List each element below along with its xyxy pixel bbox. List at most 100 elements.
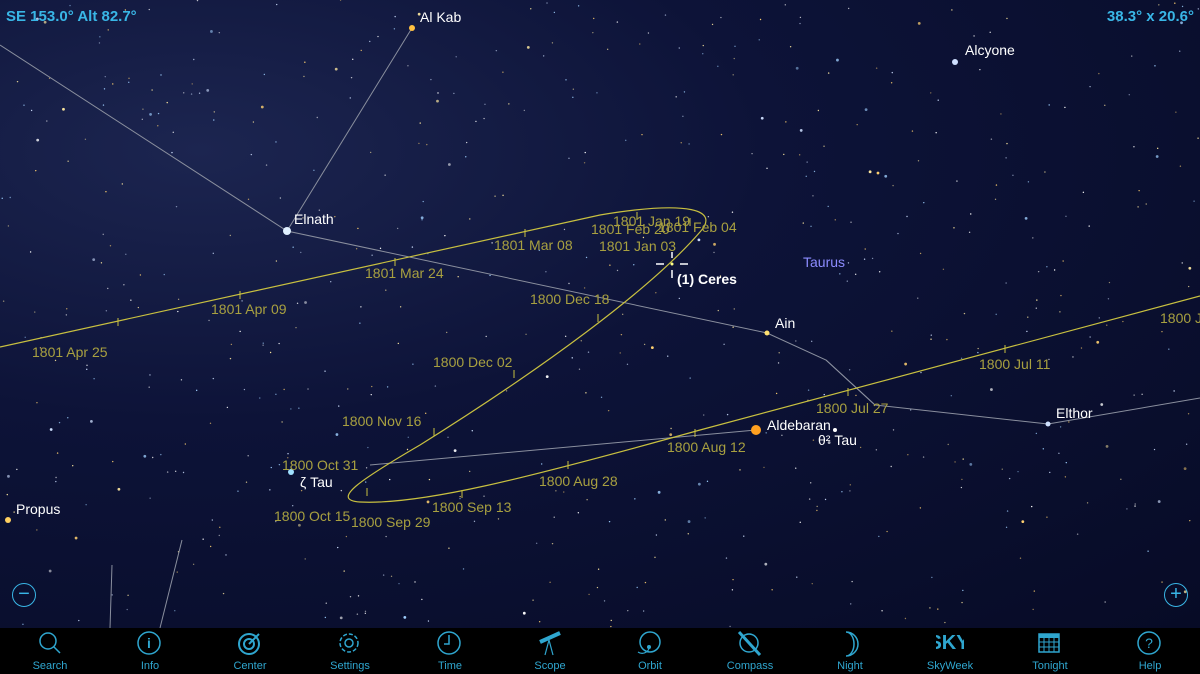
star-1[interactable] xyxy=(952,59,958,65)
star xyxy=(848,369,851,371)
star xyxy=(851,580,853,583)
star xyxy=(465,156,467,158)
star xyxy=(538,621,541,623)
star-2[interactable] xyxy=(283,227,291,235)
toolbar-skyweek-button[interactable]: SKY SkyWeek xyxy=(900,628,1000,674)
star xyxy=(1107,298,1110,300)
star xyxy=(112,83,114,85)
star xyxy=(24,336,26,339)
star xyxy=(717,65,719,67)
star xyxy=(530,8,532,10)
star xyxy=(849,490,851,492)
star-6[interactable] xyxy=(1045,421,1051,427)
star xyxy=(697,482,701,486)
star xyxy=(989,31,991,33)
toolbar-search-button[interactable]: Search xyxy=(0,628,100,674)
date-label: 1800 Oct 15 xyxy=(274,508,350,524)
star xyxy=(1153,448,1156,451)
toolbar-settings-button[interactable]: Settings xyxy=(300,628,400,674)
star xyxy=(397,342,400,345)
star xyxy=(66,308,68,310)
star xyxy=(1064,106,1066,109)
star xyxy=(878,271,881,273)
star xyxy=(209,422,212,424)
star xyxy=(1080,347,1083,349)
star xyxy=(609,264,611,266)
star xyxy=(1001,468,1003,470)
star xyxy=(606,48,609,51)
toolbar-info-button[interactable]: i Info xyxy=(100,628,200,674)
star xyxy=(281,421,283,423)
sky-map[interactable]: Al Kab Alcyone Elnath Ain Aldebaranθ² Tau Elt… xyxy=(0,0,1200,629)
star xyxy=(795,66,799,70)
toolbar-center-button[interactable]: Center xyxy=(200,628,300,674)
star xyxy=(596,92,598,94)
toolbar-orbit-button[interactable]: Orbit xyxy=(600,628,700,674)
star xyxy=(1086,502,1089,504)
toolbar-help-button[interactable]: ? Help xyxy=(1100,628,1200,674)
star xyxy=(371,385,373,388)
toolbar-compass-button[interactable]: Compass xyxy=(700,628,800,674)
star xyxy=(875,67,878,69)
star xyxy=(55,476,57,479)
star xyxy=(1134,505,1136,507)
star xyxy=(275,260,278,262)
star xyxy=(1060,294,1062,297)
star xyxy=(687,533,689,535)
star xyxy=(1053,269,1056,271)
star xyxy=(421,598,423,601)
zoom-out-button[interactable]: − xyxy=(12,583,36,607)
star xyxy=(678,47,680,49)
star-0[interactable] xyxy=(409,25,415,31)
sky-chart[interactable]: Al Kab Alcyone Elnath Ain Aldebaran θ² Tau Elt… xyxy=(0,0,1200,629)
star-4[interactable] xyxy=(751,425,761,435)
star xyxy=(1155,155,1159,158)
star xyxy=(190,93,193,95)
zoom-in-button[interactable]: + xyxy=(1164,583,1188,607)
date-label: 1800 Dec 18 xyxy=(530,291,610,307)
star xyxy=(621,313,624,316)
date-label: 1800 Aug 28 xyxy=(539,473,618,489)
star xyxy=(1027,181,1030,183)
star xyxy=(100,262,103,264)
star-3[interactable] xyxy=(764,330,770,336)
star xyxy=(1012,174,1014,177)
star xyxy=(184,443,187,445)
star xyxy=(112,460,114,463)
toolbar-label: Scope xyxy=(534,660,566,672)
star xyxy=(864,248,866,250)
star xyxy=(1027,316,1029,318)
ceres-label[interactable]: (1) Ceres xyxy=(677,271,737,287)
star xyxy=(56,452,59,454)
star xyxy=(995,184,998,186)
star xyxy=(1131,55,1133,57)
star xyxy=(1068,421,1070,423)
star xyxy=(278,342,280,345)
orbit-icon xyxy=(636,628,664,660)
star-8[interactable] xyxy=(5,517,11,523)
star xyxy=(484,103,486,106)
star xyxy=(276,3,278,6)
star xyxy=(1089,336,1091,338)
toolbar-tonight-button[interactable]: Tonight xyxy=(1000,628,1100,674)
star xyxy=(799,129,803,132)
star xyxy=(706,480,709,483)
star xyxy=(177,310,179,313)
star xyxy=(7,474,10,478)
constellation-lines xyxy=(0,27,1200,629)
toolbar-night-button[interactable]: Night xyxy=(800,628,900,674)
star xyxy=(968,231,971,233)
star xyxy=(446,331,448,334)
star xyxy=(237,490,239,492)
star xyxy=(572,96,574,99)
star xyxy=(847,262,850,264)
toolbar-scope-button[interactable]: Scope xyxy=(500,628,600,674)
star xyxy=(377,35,379,38)
date-ticks xyxy=(117,212,1006,498)
star xyxy=(126,608,128,611)
toolbar-time-button[interactable]: Time xyxy=(400,628,500,674)
star xyxy=(1072,356,1074,358)
star xyxy=(174,470,177,472)
star xyxy=(7,225,10,227)
date-label: 1801 Apr 25 xyxy=(32,344,108,360)
